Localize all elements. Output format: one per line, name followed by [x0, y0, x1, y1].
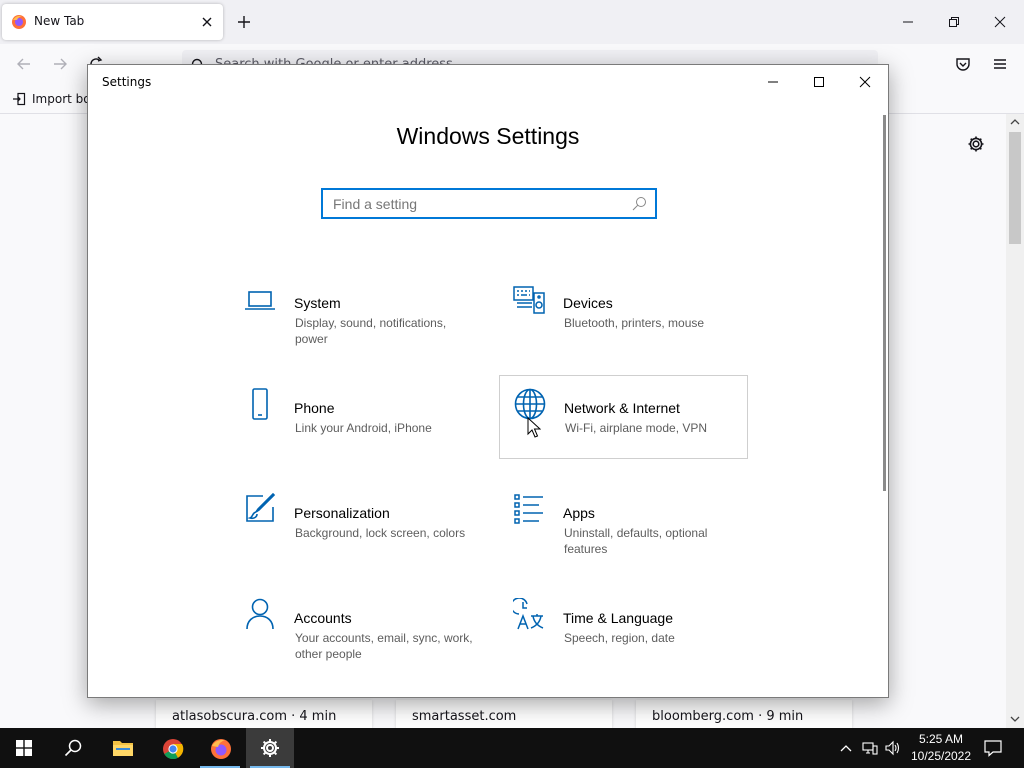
- taskbar-settings[interactable]: [246, 728, 294, 768]
- volume-icon[interactable]: [885, 740, 901, 756]
- category-name: Phone: [294, 400, 335, 416]
- settings-close-icon[interactable]: [842, 71, 888, 93]
- top-site-card[interactable]: smartasset.com: [396, 700, 612, 728]
- taskbar-file-explorer[interactable]: [98, 728, 146, 768]
- import-bookmarks-button[interactable]: Import boo: [12, 90, 98, 108]
- category-description: Bluetooth, printers, mouse: [564, 316, 705, 330]
- category-name: Devices: [563, 295, 613, 311]
- search-icon: [64, 739, 84, 759]
- chrome-icon: [162, 738, 184, 760]
- hamburger-menu-icon[interactable]: [992, 56, 1008, 72]
- browser-restore-icon[interactable]: [944, 12, 964, 32]
- settings-window: Settings Windows Settings System Display…: [87, 64, 889, 698]
- settings-search-box[interactable]: [321, 188, 657, 219]
- top-site-label: smartasset.com: [412, 709, 517, 724]
- mouse-cursor-icon: [527, 417, 541, 439]
- category-name: System: [294, 295, 341, 311]
- laptop-icon: [244, 283, 276, 315]
- new-tab-plus-icon[interactable]: [236, 14, 252, 30]
- settings-search-input[interactable]: [323, 190, 623, 217]
- top-site-card[interactable]: bloomberg.com · 9 min: [636, 700, 852, 728]
- category-description: Background, lock screen, colors: [295, 526, 466, 540]
- forward-arrow-icon[interactable]: [52, 56, 68, 72]
- folder-icon: [112, 738, 133, 758]
- top-site-label: atlasobscura.com · 4 min: [172, 709, 337, 724]
- firefox-icon: [210, 738, 231, 759]
- taskbar-chrome[interactable]: [148, 728, 196, 768]
- category-personalization[interactable]: Personalization Background, lock screen,…: [230, 483, 479, 567]
- category-name: Accounts: [294, 610, 352, 626]
- settings-window-title: Settings: [102, 75, 152, 89]
- browser-tab-strip: New Tab: [0, 0, 1024, 44]
- category-name: Apps: [563, 505, 595, 521]
- category-name: Network & Internet: [564, 400, 680, 416]
- settings-scrollbar[interactable]: [883, 115, 886, 491]
- taskbar-firefox[interactable]: [196, 728, 244, 768]
- category-description: Wi-Fi, airplane mode, VPN: [565, 421, 708, 435]
- person-icon: [244, 598, 276, 630]
- time-language-icon: [513, 598, 545, 630]
- category-system[interactable]: System Display, sound, notifications, po…: [230, 273, 479, 357]
- show-hidden-icons-chevron-icon[interactable]: [838, 740, 854, 756]
- category-description: Link your Android, iPhone: [295, 421, 432, 435]
- page-scrollbar[interactable]: [1006, 114, 1024, 728]
- category-devices[interactable]: Devices Bluetooth, printers, mouse: [499, 273, 748, 357]
- pocket-icon[interactable]: [955, 56, 971, 72]
- category-apps[interactable]: Apps Uninstall, defaults, optional featu…: [499, 483, 748, 567]
- category-description: Display, sound, notifications, power: [295, 316, 447, 346]
- firefox-favicon-icon: [11, 14, 27, 30]
- browser-close-icon[interactable]: [990, 12, 1010, 32]
- settings-minimize-icon[interactable]: [750, 71, 796, 93]
- close-tab-icon[interactable]: [199, 14, 215, 30]
- clock-time: 5:25 AM: [918, 732, 964, 746]
- category-accounts[interactable]: Accounts Your accounts, email, sync, wor…: [230, 588, 479, 672]
- search-icon[interactable]: [632, 196, 647, 211]
- category-description: Uninstall, defaults, optional features: [564, 526, 708, 556]
- settings-title-bar[interactable]: Settings: [88, 65, 888, 98]
- category-description: Your accounts, email, sync, work, other …: [295, 631, 473, 661]
- category-name: Personalization: [294, 505, 390, 521]
- network-icon[interactable]: [862, 740, 878, 756]
- gear-icon[interactable]: [966, 134, 986, 154]
- notification-center-icon[interactable]: [984, 739, 1002, 757]
- top-site-card[interactable]: atlasobscura.com · 4 min: [156, 700, 372, 728]
- top-site-label: bloomberg.com · 9 min: [652, 709, 804, 724]
- settings-maximize-icon[interactable]: [796, 71, 842, 93]
- category-description: Speech, region, date: [564, 631, 675, 645]
- gear-icon: [260, 738, 280, 758]
- scrollbar-thumb[interactable]: [1009, 132, 1021, 244]
- scroll-down-arrow-icon[interactable]: [1010, 714, 1020, 724]
- taskbar-clock[interactable]: 5:25 AM 10/25/2022: [906, 731, 976, 765]
- category-name: Time & Language: [563, 610, 673, 626]
- browser-tab-new-tab[interactable]: New Tab: [2, 4, 223, 40]
- browser-minimize-icon[interactable]: [898, 12, 918, 32]
- page-title: Windows Settings: [396, 123, 580, 149]
- start-button[interactable]: [0, 728, 48, 768]
- globe-icon: [514, 388, 546, 420]
- category-phone[interactable]: Phone Link your Android, iPhone: [230, 378, 479, 462]
- windows-logo-icon: [16, 740, 36, 760]
- back-arrow-icon[interactable]: [16, 56, 32, 72]
- scroll-up-arrow-icon[interactable]: [1010, 117, 1020, 127]
- import-icon: [13, 92, 26, 106]
- apps-list-icon: [513, 493, 545, 525]
- tab-title: New Tab: [34, 14, 85, 28]
- phone-icon: [244, 388, 276, 420]
- windows-taskbar: 5:25 AM 10/25/2022: [0, 728, 1024, 768]
- taskbar-search-button[interactable]: [48, 728, 96, 768]
- paint-brush-icon: [244, 493, 276, 525]
- category-time-language[interactable]: Time & Language Speech, region, date: [499, 588, 748, 672]
- keyboard-speaker-icon: [513, 283, 545, 315]
- clock-date: 10/25/2022: [910, 749, 972, 763]
